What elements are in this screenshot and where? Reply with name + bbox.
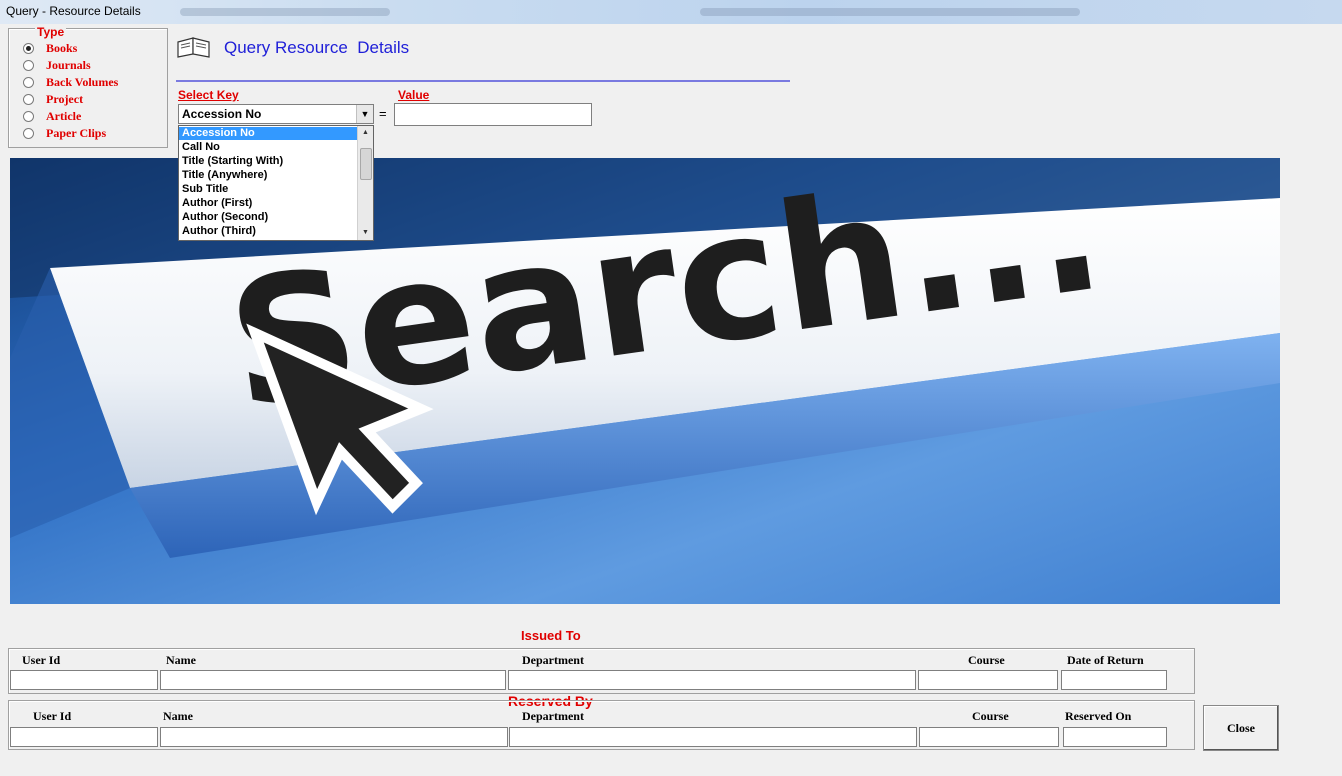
select-key-dropdown-list[interactable]: Accession No Call No Title (Starting Wit… (178, 125, 374, 241)
radio-label: Project (46, 92, 84, 106)
radio-article[interactable]: Article (23, 109, 81, 124)
dropdown-option[interactable]: Author (Third) (179, 225, 358, 238)
radio-dot-icon (23, 94, 34, 105)
radio-journals[interactable]: Journals (23, 58, 91, 73)
blurred-title-text-right (700, 8, 1080, 16)
reserved-col-user-id: User Id (33, 709, 72, 723)
type-group-legend: Type (35, 25, 67, 39)
reserved-col-course: Course (972, 709, 1009, 723)
issued-col-course: Course (968, 653, 1005, 667)
radio-label: Back Volumes (46, 75, 119, 89)
scrollbar-thumb[interactable] (360, 148, 372, 180)
reserved-name-field[interactable] (160, 727, 508, 747)
issued-col-department: Department (522, 653, 584, 667)
radio-dot-icon (23, 128, 34, 139)
dropdown-option[interactable]: Author (Second) (179, 211, 358, 224)
reserved-course-field[interactable] (919, 727, 1059, 747)
issued-course-field[interactable] (918, 670, 1058, 690)
book-icon (177, 37, 210, 58)
equals-sign: = (379, 106, 387, 121)
select-key-combobox[interactable]: Accession No ▼ (178, 104, 374, 124)
radio-dot-icon (23, 43, 34, 54)
page-title: Query Resource Details (224, 38, 410, 57)
select-key-value: Accession No (182, 107, 262, 121)
issued-col-user-id: User Id (22, 653, 61, 667)
radio-project[interactable]: Project (23, 92, 83, 107)
issued-col-name: Name (166, 653, 196, 667)
dropdown-option[interactable]: Title (Anywhere) (179, 169, 358, 182)
reserved-col-name: Name (163, 709, 193, 723)
issued-col-date-of-return: Date of Return (1067, 653, 1144, 667)
dropdown-scrollbar[interactable]: ▲ ▼ (357, 126, 373, 240)
issued-user-id-field[interactable] (10, 670, 158, 690)
header-divider (176, 80, 790, 82)
radio-dot-icon (23, 77, 34, 88)
scroll-down-arrow-icon[interactable]: ▼ (358, 226, 373, 240)
radio-dot-icon (23, 111, 34, 122)
radio-paper-clips[interactable]: Paper Clips (23, 126, 106, 141)
radio-dot-icon (23, 60, 34, 71)
issued-department-field[interactable] (508, 670, 916, 690)
reserved-col-reserved-on: Reserved On (1065, 709, 1132, 723)
issued-name-field[interactable] (160, 670, 506, 690)
reserved-department-field[interactable] (509, 727, 917, 747)
reserved-on-field[interactable] (1063, 727, 1167, 747)
radio-label: Journals (46, 58, 91, 72)
scroll-up-arrow-icon[interactable]: ▲ (358, 126, 373, 140)
dropdown-option[interactable]: Author (First) (179, 197, 358, 210)
close-button[interactable]: Close (1203, 705, 1279, 751)
blurred-title-text (180, 8, 390, 16)
dropdown-option[interactable]: Sub Title (179, 183, 358, 196)
radio-label: Article (46, 109, 82, 123)
dropdown-option[interactable]: Call No (179, 141, 358, 154)
reserved-user-id-field[interactable] (10, 727, 158, 747)
value-label: Value (398, 88, 430, 102)
dropdown-option[interactable]: Title (Starting With) (179, 155, 358, 168)
reserved-col-department: Department (522, 709, 584, 723)
window-title: Query - Resource Details (6, 4, 141, 18)
chevron-down-icon[interactable]: ▼ (356, 105, 373, 123)
radio-back-volumes[interactable]: Back Volumes (23, 75, 118, 90)
radio-label: Books (46, 41, 78, 55)
type-group: Type Books Journals Back Volumes Project… (8, 25, 168, 148)
issued-date-of-return-field[interactable] (1061, 670, 1167, 690)
radio-label: Paper Clips (46, 126, 107, 140)
select-key-label: Select Key (178, 88, 239, 102)
radio-books[interactable]: Books (23, 41, 77, 56)
title-bar: Query - Resource Details (0, 0, 1342, 24)
dropdown-option[interactable]: Accession No (179, 127, 358, 140)
issued-to-title: Issued To (521, 628, 581, 643)
value-input[interactable] (394, 103, 592, 126)
